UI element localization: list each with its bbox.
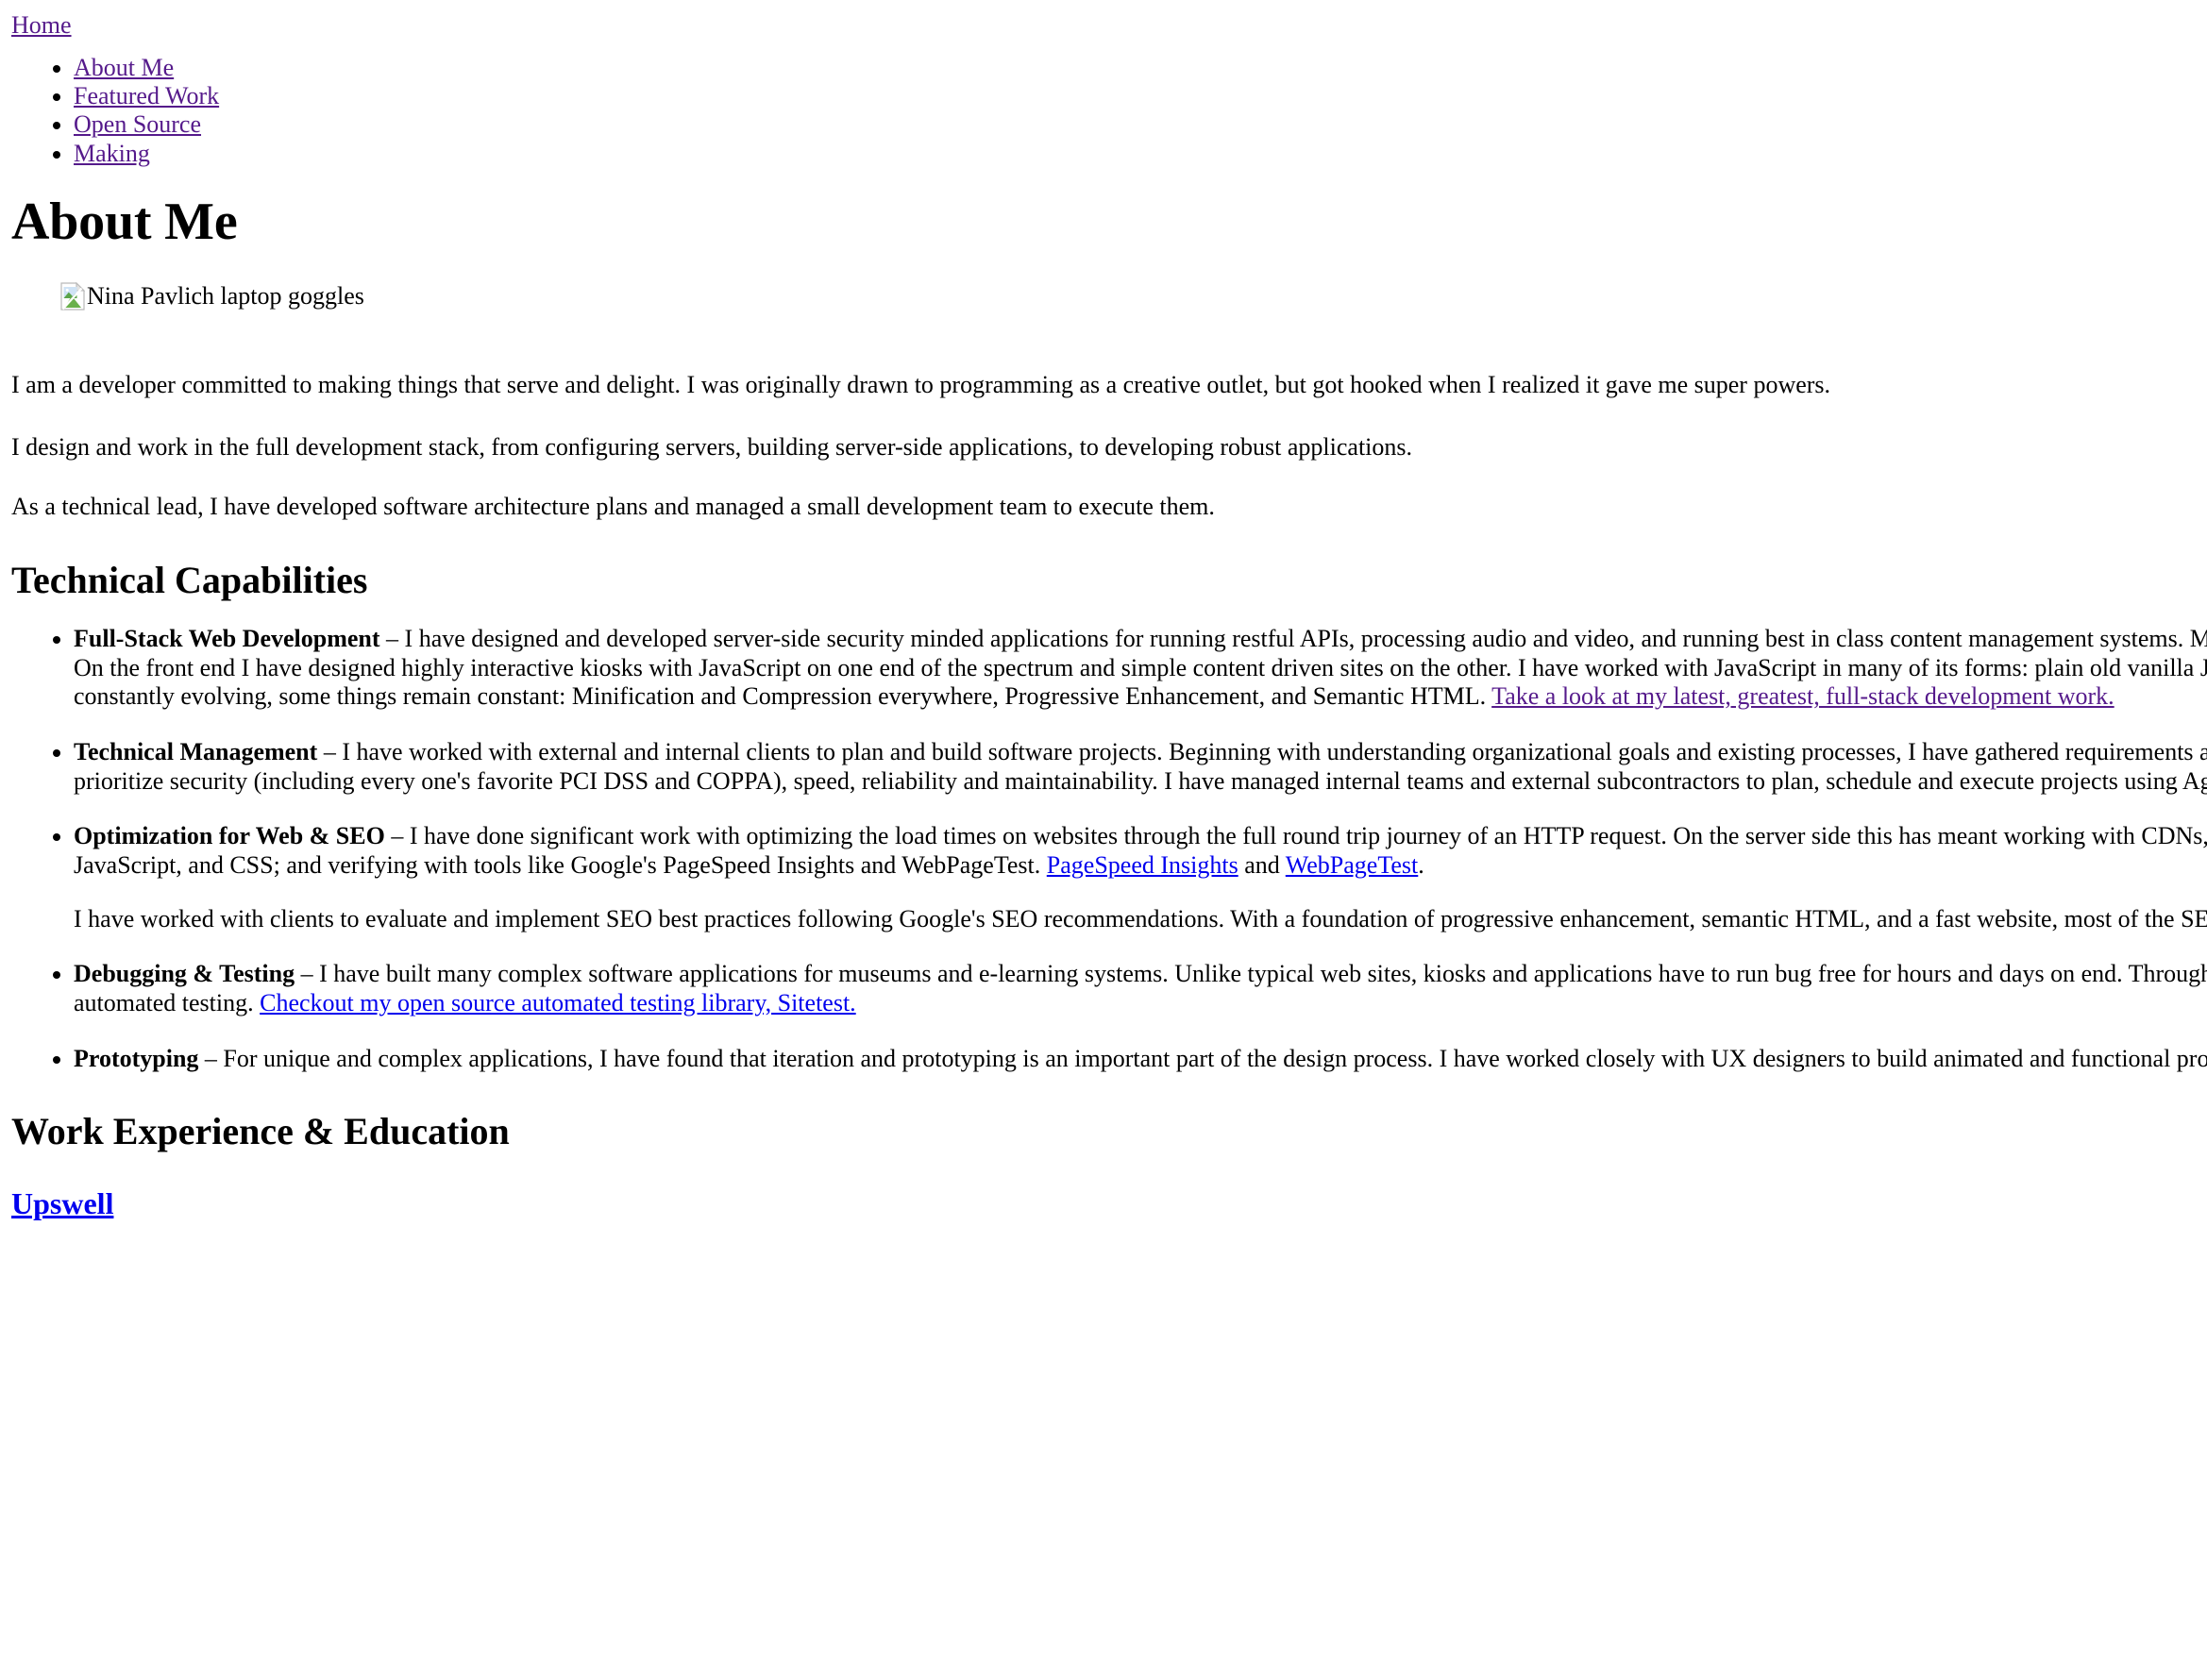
nav-item-featured-work: Featured Work: [74, 82, 2207, 110]
capability-prototyping: Prototyping – For unique and complex app…: [74, 1045, 2207, 1074]
capability-link-sitetest[interactable]: Checkout my open source automated testin…: [260, 989, 856, 1016]
capability-link-webpagetest[interactable]: WebPageTest: [1286, 851, 1419, 879]
intro-paragraph-3: As a technical lead, I have developed so…: [11, 493, 1215, 521]
nav-link-about-me[interactable]: About Me: [74, 54, 174, 81]
capability-link-pagespeed-insights[interactable]: PageSpeed Insights: [1047, 851, 1238, 879]
capability-technical-management: Technical Management – I have worked wit…: [74, 738, 2207, 796]
section-heading-work-experience: Work Experience & Education: [11, 1110, 510, 1153]
image-alt-text: Nina Pavlich laptop goggles: [87, 282, 364, 311]
capability-seo-text: I have worked with clients to evaluate a…: [74, 904, 2207, 932]
capability-full-stack-web-development: Full-Stack Web Development – I have desi…: [74, 625, 2207, 712]
broken-image-icon: [60, 281, 86, 311]
nav-link-open-source[interactable]: Open Source: [74, 110, 201, 138]
capability-dash: –: [384, 822, 410, 850]
capabilities-list: Full-Stack Web Development – I have desi…: [11, 625, 2207, 1073]
home-link[interactable]: Home: [11, 11, 2207, 41]
page-title: About Me: [11, 193, 238, 252]
capability-body: I have worked with external and internal…: [74, 737, 2207, 795]
capability-dash: –: [379, 624, 405, 652]
nav-item-about-me: About Me: [74, 54, 2207, 82]
capability-term: Full-Stack Web Development: [74, 624, 380, 652]
broken-image-placeholder: Nina Pavlich laptop goggles: [60, 281, 364, 311]
nav-link-making[interactable]: Making: [74, 140, 150, 167]
capability-dash: –: [198, 1044, 224, 1072]
profile-figure: Nina Pavlich laptop goggles: [11, 281, 2207, 318]
employer-heading: Upswell: [11, 1186, 2207, 1222]
capability-link-separator: and: [1238, 851, 1286, 879]
capability-link-fullstack-work[interactable]: Take a look at my latest, greatest, full…: [1491, 682, 2114, 710]
section-heading-technical-capabilities: Technical Capabilities: [11, 558, 368, 601]
document-body: Home About Me Featured Work Open Source …: [0, 0, 2207, 1221]
intro-paragraph-2: I design and work in the full developmen…: [11, 433, 1413, 462]
capability-optimization-web-seo: Optimization for Web & SEO – I have done…: [74, 822, 2207, 933]
capability-trailing-punctuation: .: [1418, 851, 1424, 879]
nav-link-featured-work[interactable]: Featured Work: [74, 82, 219, 109]
primary-navigation: About Me Featured Work Open Source Makin…: [11, 54, 2207, 169]
capability-term: Prototyping: [74, 1044, 199, 1072]
capability-term: Optimization for Web & SEO: [74, 822, 385, 850]
nav-item-making: Making: [74, 140, 2207, 168]
intro-paragraph-1: I am a developer committed to making thi…: [11, 370, 1831, 398]
capability-dash: –: [295, 960, 320, 988]
capability-dash: –: [317, 737, 343, 765]
employer-link-upswell[interactable]: Upswell: [11, 1186, 113, 1220]
capability-seo-paragraph: I have worked with clients to evaluate a…: [74, 905, 2207, 934]
capability-term: Technical Management: [74, 737, 318, 765]
nav-item-open-source: Open Source: [74, 110, 2207, 139]
capability-term: Debugging & Testing: [74, 960, 295, 988]
capability-debugging-testing: Debugging & Testing – I have built many …: [74, 960, 2207, 1017]
capability-body: For unique and complex applications, I h…: [223, 1044, 2207, 1072]
